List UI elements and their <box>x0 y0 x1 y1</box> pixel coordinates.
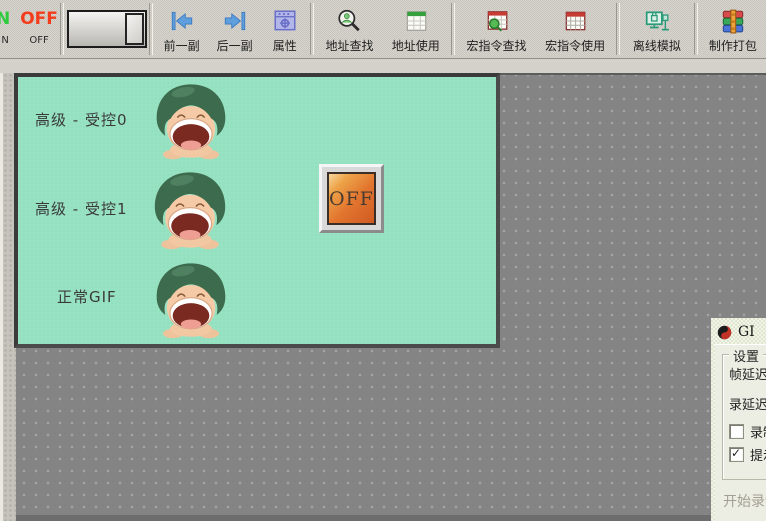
properties-button[interactable]: 属性 <box>261 0 308 58</box>
frame-delay-label: 帧延迟 <box>729 364 766 383</box>
offline-sim-label: 离线模拟 <box>633 37 681 54</box>
magnifier-person-icon <box>335 7 363 35</box>
record-checkbox[interactable] <box>729 424 744 439</box>
on-icon: N <box>0 10 10 28</box>
off-icon: OFF <box>20 10 58 28</box>
onoff-group: N N OFF OFF <box>0 0 58 58</box>
toolbar-lower-band <box>0 59 766 73</box>
frame-slider-handle[interactable] <box>125 13 144 45</box>
record-delay-label: 录延迟 <box>729 394 766 413</box>
make-package-button[interactable]: 制作打包 <box>700 0 766 58</box>
canvas-off-button-face: OFF <box>327 172 376 225</box>
bottom-window-edge <box>16 515 766 521</box>
on-button[interactable]: N N <box>0 10 10 58</box>
address-search-label: 地址查找 <box>325 37 373 54</box>
hmi-editor-window: N N OFF OFF 前一副 后一副 <box>0 0 766 521</box>
canvas-off-button[interactable]: OFF <box>319 164 384 233</box>
toolbar-separator <box>310 3 314 55</box>
prompt-checkbox[interactable] <box>729 447 744 462</box>
canvas-text-normal-gif[interactable]: 正常GIF <box>57 286 117 307</box>
frame-slider-group <box>66 0 147 58</box>
gif-face-controlled-0[interactable] <box>152 82 230 160</box>
monitor-network-icon <box>643 7 671 35</box>
toolbar-separator <box>149 3 153 55</box>
canvas-text-controlled-1[interactable]: 高级 - 受控1 <box>35 198 128 219</box>
address-usage-button[interactable]: 地址使用 <box>383 0 449 58</box>
archive-stack-icon <box>719 7 747 35</box>
toolbar-separator <box>616 3 620 55</box>
window-gear-icon <box>271 7 299 35</box>
frame-slider[interactable] <box>67 10 147 48</box>
screen-canvas[interactable]: 高级 - 受控0 高级 - 受控1 正常GIF OFF <box>14 73 500 348</box>
start-record-button[interactable]: 开始录制 <box>723 491 766 511</box>
gif-face-controlled-1[interactable] <box>150 170 230 250</box>
toolbar-separator <box>694 3 698 55</box>
record-checkbox-label: 录制 <box>750 422 766 441</box>
macro-usage-button[interactable]: 宏指令使用 <box>536 0 614 58</box>
address-usage-label: 地址使用 <box>392 37 440 54</box>
off-caption: OFF <box>29 35 48 46</box>
dialog-title: GI <box>738 324 755 340</box>
on-caption: N <box>1 35 8 46</box>
toolbar-separator <box>451 3 455 55</box>
dialog-body: 设置 帧延迟 录延迟 录制 提示 开始录制 <box>715 344 766 521</box>
record-checkbox-row[interactable]: 录制 <box>729 422 766 441</box>
offline-sim-button[interactable]: 离线模拟 <box>622 0 692 58</box>
toolbar-separator <box>60 3 64 55</box>
arrow-right-bar-icon <box>221 7 249 35</box>
address-search-button[interactable]: 地址查找 <box>316 0 382 58</box>
calendar-red-icon <box>561 7 589 35</box>
canvas-text-controlled-0[interactable]: 高级 - 受控0 <box>35 109 128 130</box>
prev-frame-button[interactable]: 前一副 <box>155 0 208 58</box>
macro-usage-label: 宏指令使用 <box>545 37 605 54</box>
next-frame-label: 后一副 <box>217 37 253 54</box>
prompt-checkbox-label: 提示 <box>750 445 766 464</box>
settings-groupbox: 设置 帧延迟 录延迟 录制 提示 <box>722 354 766 480</box>
table-magnifier-icon <box>483 7 511 35</box>
settings-group-title: 设置 <box>729 346 763 365</box>
dialog-titlebar[interactable]: GI <box>715 320 766 344</box>
prompt-checkbox-row[interactable]: 提示 <box>729 445 766 464</box>
prev-frame-label: 前一副 <box>164 37 200 54</box>
gif-face-normal[interactable] <box>152 259 230 341</box>
properties-label: 属性 <box>273 37 297 54</box>
arrow-left-bar-icon <box>168 7 196 35</box>
main-toolbar: N N OFF OFF 前一副 后一副 <box>0 0 766 59</box>
macro-search-button[interactable]: 宏指令查找 <box>457 0 537 58</box>
off-button[interactable]: OFF OFF <box>20 10 58 58</box>
canvas-off-button-label: OFF <box>329 188 374 210</box>
macro-search-label: 宏指令查找 <box>467 37 527 54</box>
gif-recorder-dialog: GI 设置 帧延迟 录延迟 录制 提示 开始录制 <box>711 318 766 521</box>
yinyang-icon <box>717 325 732 340</box>
make-package-label: 制作打包 <box>709 37 757 54</box>
table-green-icon <box>402 7 430 35</box>
next-frame-button[interactable]: 后一副 <box>208 0 261 58</box>
